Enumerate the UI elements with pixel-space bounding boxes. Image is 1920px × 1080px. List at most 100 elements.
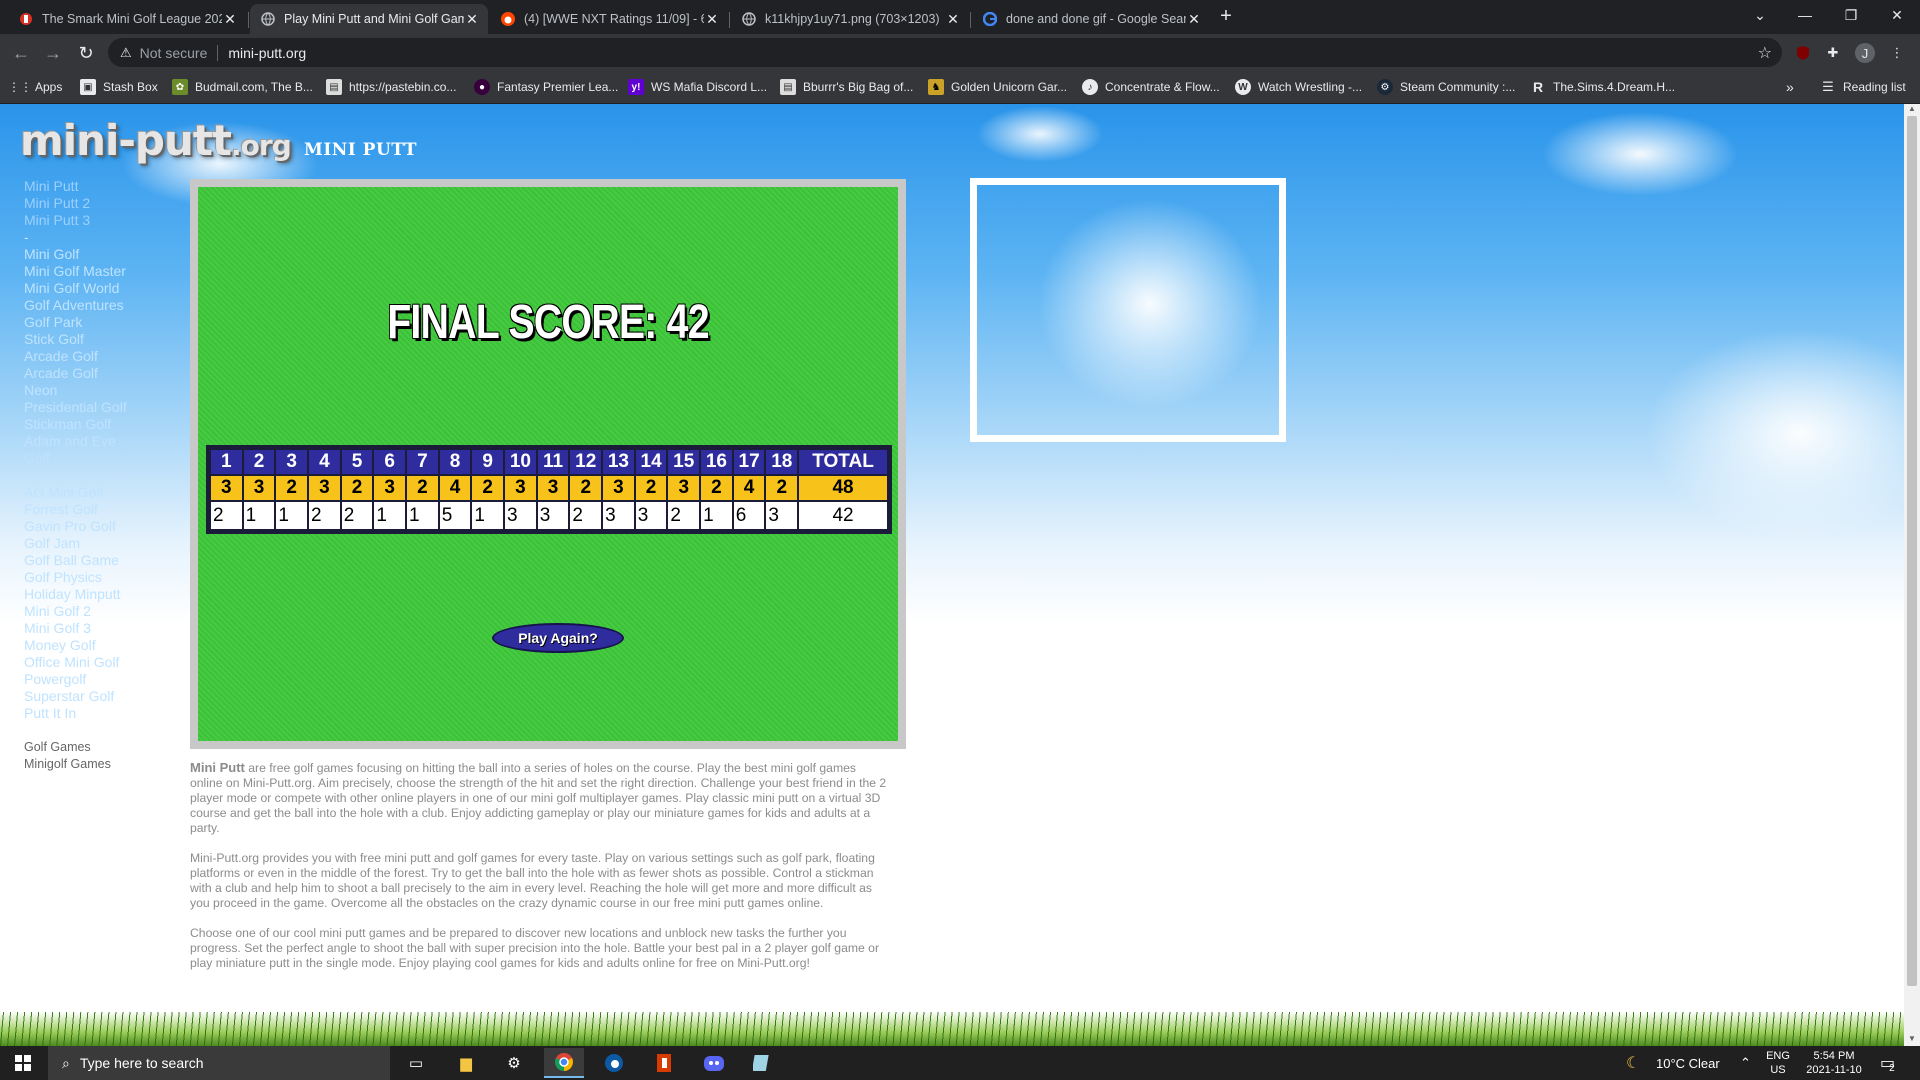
nav-link-mini-golf-3[interactable]: Mini Golf 3 bbox=[24, 620, 194, 637]
notepad-taskbar-icon[interactable] bbox=[742, 1048, 782, 1078]
tray-chevron-up-icon[interactable]: ⌃ bbox=[1740, 1046, 1751, 1080]
nav-link-arcade-golf[interactable]: Arcade Golf bbox=[24, 348, 194, 365]
restore-button[interactable]: ❐ bbox=[1828, 0, 1874, 30]
nav-link-adam-and-eve[interactable]: Adam and Eve bbox=[24, 433, 194, 450]
nav-link-forrest-golf[interactable]: Forrest Golf bbox=[24, 501, 194, 518]
nav-link-stick-golf[interactable]: Stick Golf bbox=[24, 331, 194, 348]
game-canvas[interactable]: FINAL SCORE: 42 1 2 3 4 5 6 7 8 9 10 11 12 13 14 15 16 1… bbox=[198, 187, 898, 741]
reading-list-button[interactable]: ☰ Reading list bbox=[1820, 77, 1906, 97]
site-logo[interactable]: mini-putt.org bbox=[20, 116, 292, 165]
bookmark-bburrr[interactable]: ▤ Bburrr's Big Bag of... bbox=[780, 77, 913, 97]
nav-link-golf[interactable]: Golf bbox=[24, 450, 194, 467]
scroll-up-arrow-icon[interactable]: ▲ bbox=[1904, 104, 1920, 116]
nav-link-gavin-pro-golf[interactable]: Gavin Pro Golf bbox=[24, 518, 194, 535]
nav-link-golf-ball-game[interactable]: Golf Ball Game bbox=[24, 552, 194, 569]
bookmark-pastebin[interactable]: ▤ https://pastebin.co... bbox=[326, 77, 456, 97]
nav-link-neon[interactable]: Neon bbox=[24, 382, 194, 399]
weather-moon-icon[interactable]: ☾ bbox=[1626, 1046, 1640, 1080]
ublock-extension-icon[interactable] bbox=[1793, 43, 1813, 63]
play-again-button[interactable]: Play Again? bbox=[492, 623, 624, 653]
bookmark-golden-unicorn[interactable]: ♞ Golden Unicorn Gar... bbox=[928, 77, 1067, 97]
tab-close-icon[interactable]: ✕ bbox=[222, 11, 238, 28]
windows-start-icon[interactable] bbox=[0, 1046, 46, 1080]
file-explorer-icon[interactable]: ▆ bbox=[446, 1048, 486, 1078]
par-total-cell: 48 bbox=[797, 474, 889, 502]
back-arrow-icon[interactable]: ← bbox=[10, 42, 32, 64]
bookmark-watch-wrestling[interactable]: W Watch Wrestling -... bbox=[1235, 77, 1362, 97]
office-taskbar-icon[interactable] bbox=[644, 1048, 684, 1078]
steam-taskbar-icon[interactable]: ⚙ bbox=[494, 1048, 534, 1078]
edge-taskbar-icon[interactable] bbox=[594, 1048, 634, 1078]
weather-text[interactable]: 10°C Clear bbox=[1656, 1046, 1720, 1080]
bookmark-star-icon[interactable]: ☆ bbox=[1758, 43, 1772, 63]
scroll-down-arrow-icon[interactable]: ▼ bbox=[1904, 1034, 1920, 1046]
nav-link-golf-physics[interactable]: Golf Physics bbox=[24, 569, 194, 586]
nav-link-golf-park[interactable]: Golf Park bbox=[24, 314, 194, 331]
bookmark-ws-mafia[interactable]: y! WS Mafia Discord L... bbox=[628, 77, 767, 97]
bookmark-budmail[interactable]: ✿ Budmail.com, The B... bbox=[172, 77, 313, 97]
web-page: mini-putt.org MINI PUTT Mini Putt Mini P… bbox=[0, 104, 1904, 1046]
windows-taskbar: ⌕ Type here to search ▭ ▆ ⚙ ☾ 10°C Clear… bbox=[0, 1046, 1920, 1080]
hole-number-cell: 16 bbox=[699, 448, 734, 476]
nav-link-office-mini-golf[interactable]: Office Mini Golf bbox=[24, 654, 194, 671]
task-view-icon[interactable]: ▭ bbox=[396, 1048, 436, 1078]
nav-link-golf-games[interactable]: Golf Games bbox=[24, 739, 194, 756]
menu-kebab-icon[interactable]: ⋮ bbox=[1887, 43, 1907, 63]
scrollbar-thumb[interactable] bbox=[1907, 116, 1917, 986]
reload-icon[interactable]: ↻ bbox=[75, 42, 97, 64]
profile-avatar[interactable]: J bbox=[1855, 43, 1875, 63]
bookmark-concentrate-flow[interactable]: ♪ Concentrate & Flow... bbox=[1082, 77, 1220, 97]
chrome-taskbar-icon[interactable] bbox=[544, 1048, 584, 1078]
tab-wwe-nxt[interactable]: (4) [WWE NXT Ratings 11/09] - 6 ✕ bbox=[490, 4, 728, 34]
tab-close-icon[interactable]: ✕ bbox=[704, 11, 720, 28]
nav-link-golf-jam[interactable]: Golf Jam bbox=[24, 535, 194, 552]
nav-link-arcade-golf-2[interactable]: Arcade Golf bbox=[24, 365, 194, 382]
tab-close-icon[interactable]: ✕ bbox=[945, 11, 961, 28]
address-bar[interactable]: ⚠ Not secure mini-putt.org ☆ bbox=[108, 38, 1782, 67]
nav-link-mini-golf-world[interactable]: Mini Golf World bbox=[24, 280, 194, 297]
nav-link-money-golf[interactable]: Money Golf bbox=[24, 637, 194, 654]
tab-close-icon[interactable]: ✕ bbox=[1186, 11, 1202, 28]
nav-link-presidential-golf[interactable]: Presidential Golf bbox=[24, 399, 194, 416]
tab-close-icon[interactable]: ✕ bbox=[464, 11, 480, 28]
minimize-button[interactable]: — bbox=[1782, 0, 1828, 30]
tab-search-chevron-icon[interactable]: ⌄ bbox=[1736, 0, 1784, 30]
extensions-puzzle-icon[interactable]: ✚ bbox=[1823, 43, 1843, 63]
nav-link-mini-golf[interactable]: Mini Golf bbox=[24, 246, 194, 263]
bookmark-stash-box[interactable]: ▣ Stash Box bbox=[80, 77, 158, 97]
tab-mini-putt[interactable]: Play Mini Putt and Mini Golf Gam ✕ bbox=[250, 4, 488, 34]
nav-link-mini-putt[interactable]: Mini Putt bbox=[24, 178, 194, 195]
page-scrollbar[interactable]: ▲ ▼ bbox=[1904, 104, 1920, 1046]
tab-png-image[interactable]: k11khjpy1uy71.png (703×1203) ✕ bbox=[731, 4, 969, 34]
forward-arrow-icon[interactable]: → bbox=[42, 42, 64, 64]
clock[interactable]: 5:54 PM 2021-11-10 bbox=[1800, 1049, 1868, 1077]
nav-link-mini-putt-2[interactable]: Mini Putt 2 bbox=[24, 195, 194, 212]
new-tab-button[interactable]: + bbox=[1214, 5, 1238, 28]
nav-link-ag-mini-golf[interactable]: AG Mini Golf bbox=[24, 484, 194, 501]
nav-link-golf-adventures[interactable]: Golf Adventures bbox=[24, 297, 194, 314]
bookmark-apps[interactable]: ⋮⋮ Apps bbox=[8, 77, 62, 97]
nav-link-minigolf-games[interactable]: Minigolf Games bbox=[24, 756, 194, 773]
nav-link-holiday-minputt[interactable]: Holiday Minputt bbox=[24, 586, 194, 603]
nav-link-superstar-golf[interactable]: Superstar Golf bbox=[24, 688, 194, 705]
nav-link-mini-golf-2[interactable]: Mini Golf 2 bbox=[24, 603, 194, 620]
nav-link-putt-it-in[interactable]: Putt It In bbox=[24, 705, 194, 722]
nav-link-stickman-golf[interactable]: Stickman Golf bbox=[24, 416, 194, 433]
tab-title: k11khjpy1uy71.png (703×1203) bbox=[765, 12, 940, 26]
close-window-button[interactable]: ✕ bbox=[1874, 0, 1920, 30]
nav-link-powergolf[interactable]: Powergolf bbox=[24, 671, 194, 688]
taskbar-search[interactable]: ⌕ Type here to search bbox=[48, 1046, 390, 1080]
bookmark-steam-community[interactable]: ⚙ Steam Community :... bbox=[1377, 77, 1515, 97]
bookmarks-overflow-chevron-icon[interactable]: » bbox=[1786, 77, 1794, 97]
purple-shield-icon: ● bbox=[474, 79, 490, 95]
notification-center-icon[interactable]: ▭ 2 bbox=[1880, 1046, 1895, 1080]
nav-link-mini-putt-3[interactable]: Mini Putt 3 bbox=[24, 212, 194, 229]
apps-grid-icon: ⋮⋮ bbox=[8, 80, 32, 94]
language-indicator[interactable]: ENG US bbox=[1764, 1049, 1792, 1077]
nav-link-mini-golf-master[interactable]: Mini Golf Master bbox=[24, 263, 194, 280]
tab-google-search[interactable]: done and done gif - Google Sear ✕ bbox=[972, 4, 1210, 34]
bookmark-sims4[interactable]: R The.Sims.4.Dream.H... bbox=[1530, 77, 1675, 97]
discord-taskbar-icon[interactable] bbox=[694, 1048, 734, 1078]
tab-smark-league[interactable]: The Smark Mini Golf League 202 ✕ bbox=[8, 4, 246, 34]
bookmark-fantasy-premier[interactable]: ● Fantasy Premier Lea... bbox=[474, 77, 618, 97]
